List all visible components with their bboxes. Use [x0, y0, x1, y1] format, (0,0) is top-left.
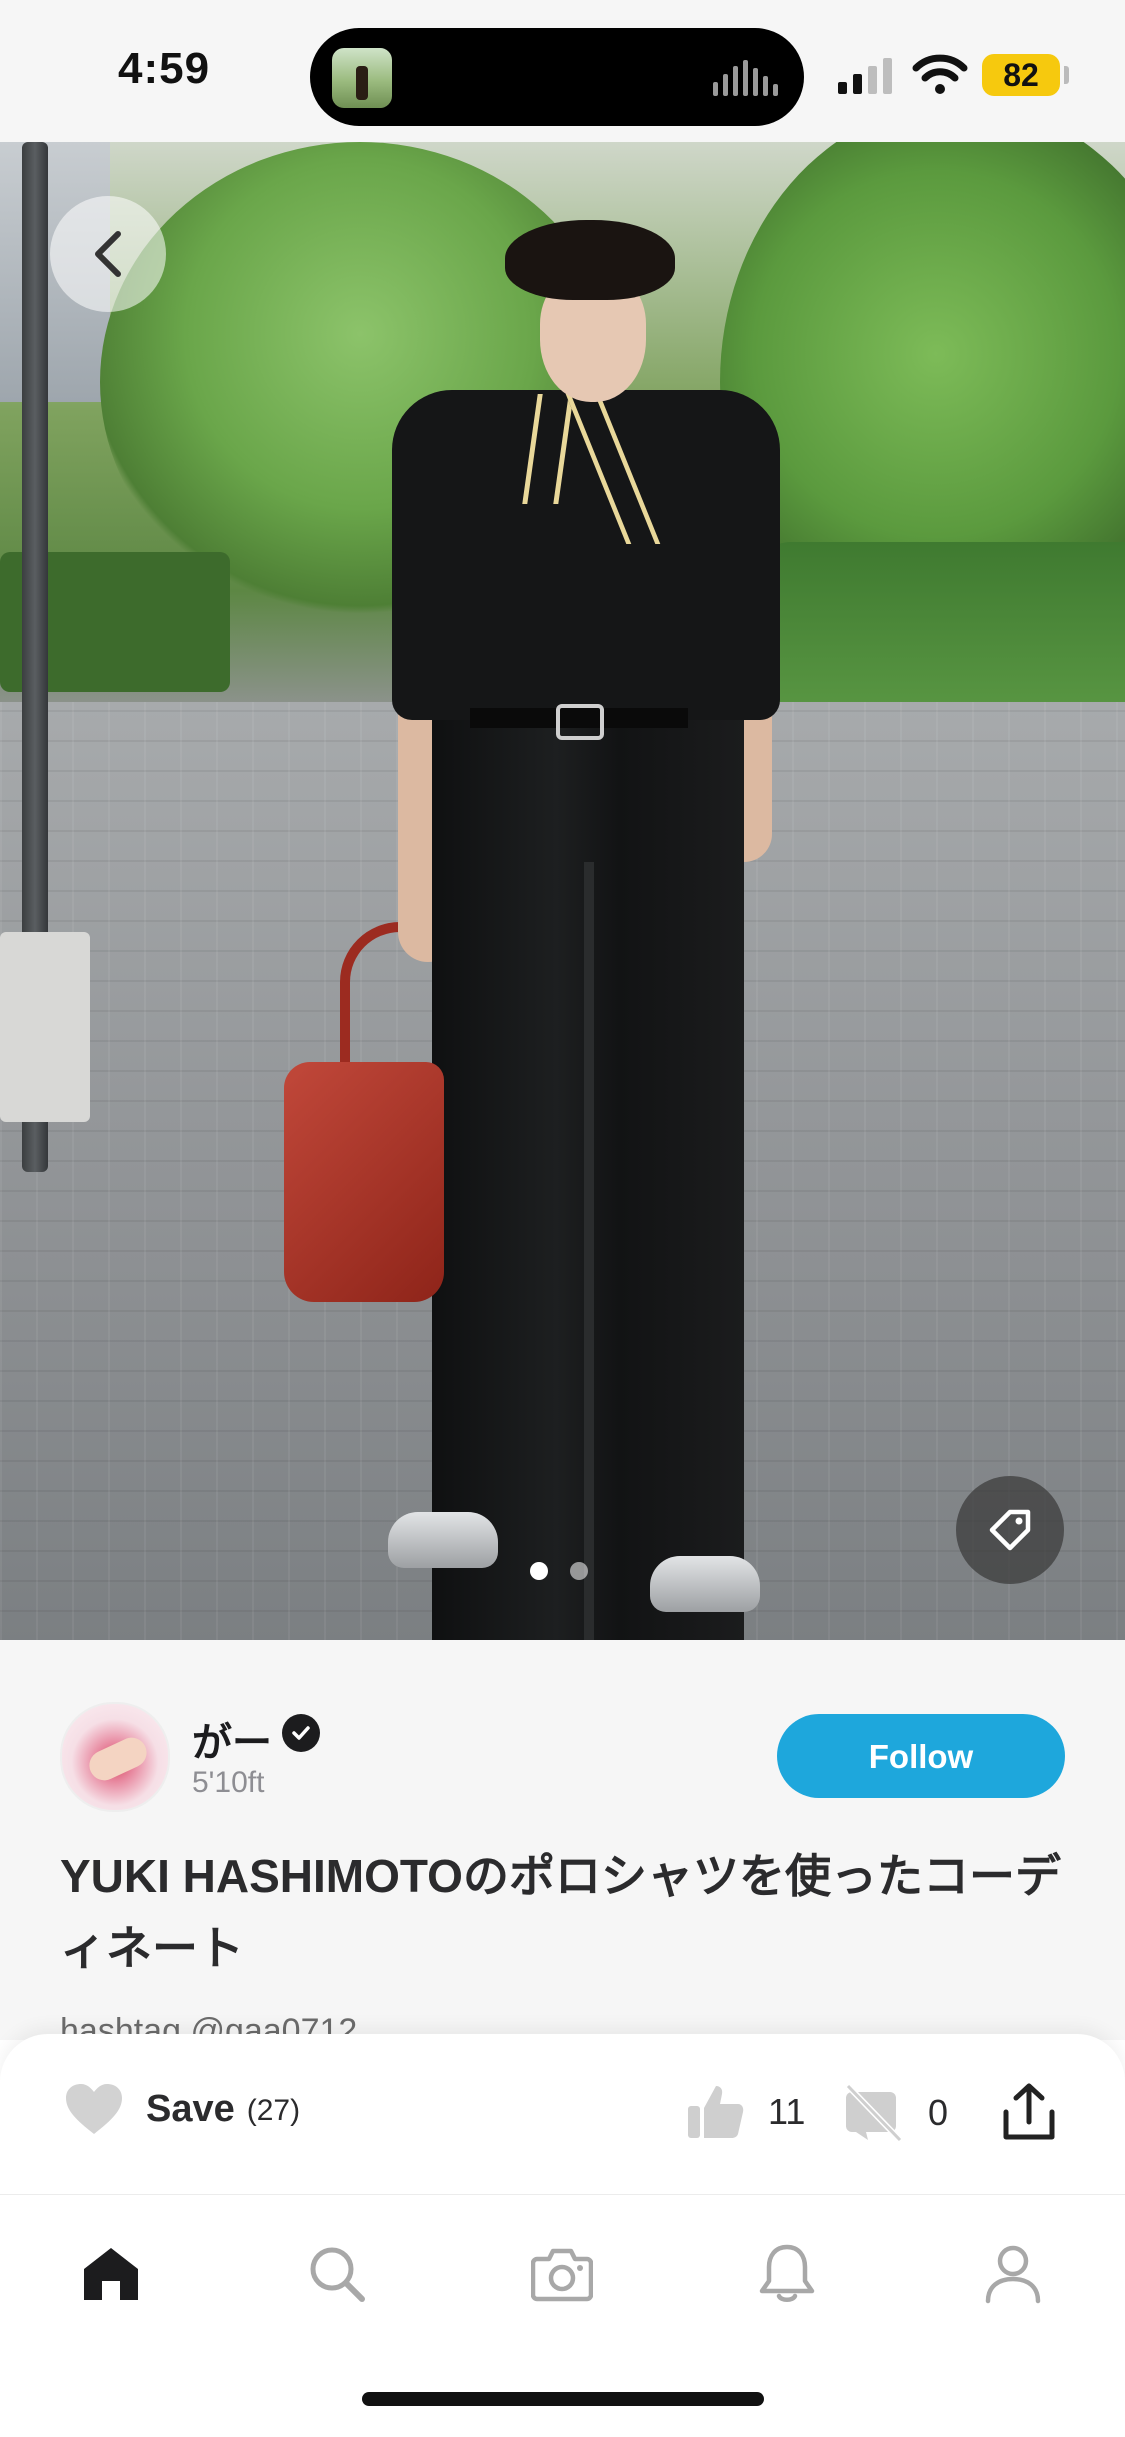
- now-playing-thumbnail: [332, 48, 392, 108]
- photo-curb: [0, 932, 90, 1122]
- audio-waveform-icon: [713, 58, 778, 96]
- post-details: がー 5'10ft Follow YUKI HASHIMOTOのポロシャツを使っ…: [0, 1640, 1125, 2040]
- post-description-peek: hashtag @gaa0712: [60, 2012, 358, 2034]
- photo-bag: [284, 1062, 444, 1302]
- like-button[interactable]: 11: [686, 2082, 805, 2142]
- post-photo[interactable]: [0, 142, 1125, 1640]
- tab-home[interactable]: [76, 2239, 146, 2309]
- cellular-signal-icon: [838, 58, 892, 94]
- dislike-count: 0: [928, 2092, 949, 2133]
- bell-icon: [759, 2244, 815, 2302]
- tab-post[interactable]: [527, 2239, 597, 2309]
- dynamic-island[interactable]: [310, 28, 804, 126]
- save-button[interactable]: Save (27): [64, 2082, 300, 2136]
- save-label: Save: [146, 2087, 235, 2130]
- thumbs-up-icon: [688, 2086, 744, 2138]
- share-button[interactable]: [1000, 2082, 1058, 2147]
- hide-button[interactable]: 0: [842, 2082, 948, 2144]
- follow-button[interactable]: Follow: [777, 1714, 1065, 1798]
- status-time: 4:59: [118, 44, 211, 93]
- chevron-left-icon: [95, 231, 121, 277]
- battery-tip: [1064, 66, 1069, 84]
- share-icon: [1003, 2083, 1055, 2140]
- home-icon: [84, 2248, 138, 2300]
- action-bar: Save (27) 11 0: [0, 2034, 1125, 2194]
- carousel-dot[interactable]: [570, 1562, 588, 1580]
- carousel-indicator: [530, 1562, 588, 1580]
- photo-pants-gap: [584, 862, 594, 1640]
- search-icon: [310, 2247, 365, 2302]
- product-tags-button[interactable]: [956, 1476, 1064, 1584]
- status-bar: 4:59 82: [0, 0, 1125, 142]
- back-button[interactable]: [50, 196, 166, 312]
- photo-buckle: [556, 704, 604, 740]
- verified-badge-icon: [282, 1714, 320, 1752]
- hide-icon: [845, 2083, 903, 2143]
- username[interactable]: がー: [192, 1710, 272, 1768]
- user-height: 5'10ft: [192, 1766, 265, 1799]
- tag-icon: [989, 1509, 1031, 1551]
- tab-notifications[interactable]: [752, 2239, 822, 2309]
- battery-level: 82: [982, 54, 1060, 96]
- save-count: (27): [246, 2094, 301, 2127]
- profile-icon: [985, 2245, 1041, 2304]
- photo-shoe-right: [650, 1556, 760, 1612]
- wifi-icon: [912, 54, 968, 94]
- home-indicator[interactable]: [362, 2392, 764, 2406]
- tab-search[interactable]: [302, 2239, 372, 2309]
- carousel-dot-active[interactable]: [530, 1562, 548, 1580]
- photo-hair: [505, 220, 675, 300]
- tab-profile[interactable]: [978, 2239, 1048, 2309]
- camera-icon: [531, 2248, 593, 2302]
- like-count: 11: [768, 2091, 806, 2132]
- post-title: YUKI HASHIMOTOのポロシャツを使ったコーディネート: [60, 1850, 1061, 1974]
- photo-shoe-left: [388, 1512, 498, 1568]
- avatar[interactable]: [60, 1702, 170, 1812]
- heart-icon: [66, 2084, 122, 2134]
